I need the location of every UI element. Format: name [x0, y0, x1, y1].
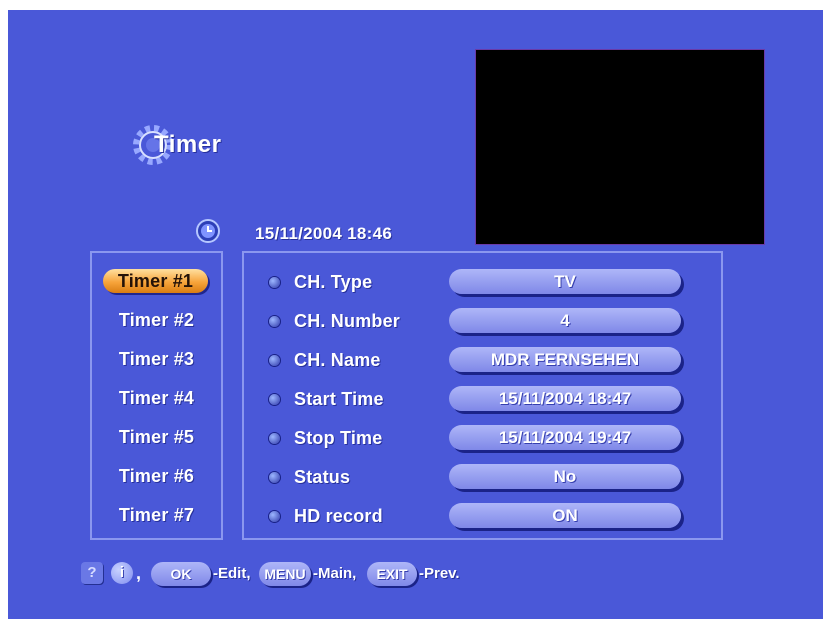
- title-area: Timer: [128, 120, 248, 170]
- bullet-icon: [269, 511, 280, 522]
- stop-time-value[interactable]: 15/11/2004 19:47: [449, 425, 681, 450]
- status-value[interactable]: No: [449, 464, 681, 489]
- hd-record-label: HD record: [294, 506, 383, 526]
- menu-hint: -Main,: [313, 565, 357, 582]
- ch-number-value[interactable]: 4: [449, 308, 681, 333]
- timer-screen: Timer 15/11/2004 18:46 Timer #1 Timer #2…: [8, 10, 823, 619]
- timer-item-6[interactable]: Timer #6: [92, 464, 221, 488]
- exit-hint: -Prev.: [419, 565, 460, 582]
- bullet-icon: [269, 277, 280, 288]
- exit-key[interactable]: EXIT: [367, 562, 417, 586]
- ch-type-value[interactable]: TV: [449, 269, 681, 294]
- bullet-icon: [269, 316, 280, 327]
- ch-number-label: CH. Number: [294, 311, 401, 331]
- timer-item-2[interactable]: Timer #2: [92, 308, 221, 332]
- footer-separator: ,: [136, 563, 142, 583]
- timer-item-7[interactable]: Timer #7: [92, 503, 221, 527]
- menu-key[interactable]: MENU: [259, 562, 311, 586]
- ch-name-row: CH. Name MDR FERNSEHEN: [269, 347, 711, 374]
- ch-name-value[interactable]: MDR FERNSEHEN: [449, 347, 681, 372]
- page-title: Timer: [154, 131, 222, 158]
- ok-hint: -Edit,: [213, 565, 251, 582]
- video-preview: [476, 50, 764, 244]
- bullet-icon: [269, 472, 280, 483]
- timer-item-4[interactable]: Timer #4: [92, 386, 221, 410]
- hd-record-row: HD record ON: [269, 503, 711, 530]
- ok-key[interactable]: OK: [151, 562, 211, 586]
- ch-name-label: CH. Name: [294, 350, 381, 370]
- bullet-icon: [269, 433, 280, 444]
- current-datetime: 15/11/2004 18:46: [255, 224, 393, 243]
- bullet-icon: [269, 355, 280, 366]
- stop-time-row: Stop Time 15/11/2004 19:47: [269, 425, 711, 452]
- start-time-value[interactable]: 15/11/2004 18:47: [449, 386, 681, 411]
- start-time-row: Start Time 15/11/2004 18:47: [269, 386, 711, 413]
- info-icon[interactable]: i: [111, 562, 133, 584]
- timer-item-1[interactable]: Timer #1: [103, 269, 208, 293]
- hd-record-value[interactable]: ON: [449, 503, 681, 528]
- ch-number-row: CH. Number 4: [269, 308, 711, 335]
- status-row: Status No: [269, 464, 711, 491]
- start-time-label: Start Time: [294, 389, 384, 409]
- bullet-icon: [269, 394, 280, 405]
- timer-details-panel: CH. Type TV CH. Number 4 CH. Name MDR FE…: [242, 251, 723, 540]
- clock-icon: [196, 219, 220, 243]
- help-icon[interactable]: ?: [81, 562, 103, 584]
- timer-item-5[interactable]: Timer #5: [92, 425, 221, 449]
- timer-item-3[interactable]: Timer #3: [92, 347, 221, 371]
- timer-list: Timer #1 Timer #2 Timer #3 Timer #4 Time…: [90, 251, 223, 540]
- ch-type-label: CH. Type: [294, 272, 373, 292]
- ch-type-row: CH. Type TV: [269, 269, 711, 296]
- status-label: Status: [294, 467, 351, 487]
- stop-time-label: Stop Time: [294, 428, 383, 448]
